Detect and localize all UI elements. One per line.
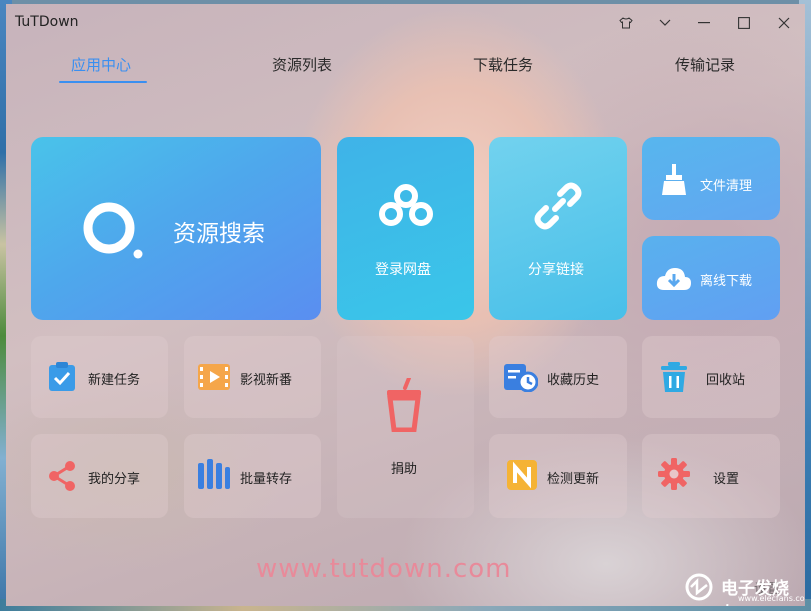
clipboard-check-icon bbox=[49, 362, 75, 391]
share-link-tile[interactable]: 分享链接 bbox=[489, 137, 627, 320]
minimize-icon bbox=[698, 22, 710, 24]
resource-search-tile[interactable]: 资源搜索 bbox=[31, 137, 321, 320]
brand-logo-icon bbox=[685, 573, 713, 601]
cloud-download-icon bbox=[656, 268, 691, 290]
history-doc-icon bbox=[504, 364, 538, 392]
maximize-icon bbox=[738, 17, 750, 29]
active-tab-indicator bbox=[59, 81, 147, 83]
gear-icon bbox=[658, 458, 690, 490]
new-task-label: 新建任务 bbox=[88, 373, 141, 388]
my-share-tile[interactable]: 我的分享 bbox=[31, 434, 168, 518]
menu-button[interactable] bbox=[647, 8, 683, 38]
site-watermark: www.tutdown.com bbox=[256, 554, 512, 584]
update-n-icon bbox=[507, 460, 537, 490]
share-link-label: 分享链接 bbox=[528, 262, 584, 278]
shirt-icon bbox=[619, 17, 633, 29]
login-netdisk-tile[interactable]: 登录网盘 bbox=[337, 137, 474, 320]
new-task-tile[interactable]: 新建任务 bbox=[31, 336, 168, 418]
favorites-history-tile[interactable]: 收藏历史 bbox=[489, 336, 627, 418]
file-clean-tile[interactable]: 文件清理 bbox=[642, 137, 780, 220]
check-update-tile[interactable]: 检测更新 bbox=[489, 434, 627, 518]
close-icon bbox=[778, 17, 790, 29]
close-button[interactable] bbox=[766, 8, 802, 38]
link-icon bbox=[534, 182, 582, 230]
donate-label: 捐助 bbox=[391, 462, 418, 477]
video-new-tile[interactable]: 影视新番 bbox=[184, 336, 321, 418]
resource-search-label: 资源搜索 bbox=[173, 221, 265, 247]
title-bar[interactable]: TuTDown bbox=[6, 4, 805, 42]
app-window: TuTDown 应用中心 资源列表 下载任务 传输记录 资源搜索 登录网盘 分享… bbox=[6, 4, 805, 606]
maximize-button[interactable] bbox=[726, 8, 762, 38]
offline-download-tile[interactable]: 离线下载 bbox=[642, 236, 780, 320]
settings-tile[interactable]: 设置 bbox=[642, 434, 780, 518]
batch-transfer-label: 批量转存 bbox=[240, 472, 293, 487]
settings-label: 设置 bbox=[713, 472, 740, 487]
broom-icon bbox=[662, 164, 686, 195]
recycle-bin-tile[interactable]: 回收站 bbox=[642, 336, 780, 418]
recycle-bin-label: 回收站 bbox=[706, 373, 746, 388]
favorites-history-label: 收藏历史 bbox=[547, 373, 600, 388]
file-clean-label: 文件清理 bbox=[700, 179, 753, 194]
tab-download-tasks[interactable]: 下载任务 bbox=[473, 54, 533, 75]
cup-icon bbox=[387, 378, 421, 432]
chevron-down-icon bbox=[659, 19, 671, 26]
tab-transfer-records[interactable]: 传输记录 bbox=[675, 54, 735, 75]
tab-app-center[interactable]: 应用中心 bbox=[71, 54, 131, 75]
skin-button[interactable] bbox=[608, 8, 644, 38]
share-icon bbox=[49, 461, 75, 491]
tab-bar: 应用中心 资源列表 下载任务 传输记录 bbox=[6, 48, 805, 88]
batch-icon bbox=[198, 459, 230, 489]
video-new-label: 影视新番 bbox=[240, 373, 293, 388]
cloud-icon bbox=[379, 184, 433, 226]
trash-icon bbox=[661, 362, 687, 392]
login-netdisk-label: 登录网盘 bbox=[375, 262, 431, 278]
tab-resource-list[interactable]: 资源列表 bbox=[272, 54, 332, 75]
app-title: TuTDown bbox=[15, 14, 79, 30]
film-icon bbox=[198, 364, 230, 390]
corner-url-text: www.elecfans.com bbox=[738, 594, 805, 603]
my-share-label: 我的分享 bbox=[88, 472, 141, 487]
batch-transfer-tile[interactable]: 批量转存 bbox=[184, 434, 321, 518]
offline-download-label: 离线下载 bbox=[700, 274, 753, 289]
check-update-label: 检测更新 bbox=[547, 472, 600, 487]
minimize-button[interactable] bbox=[686, 8, 722, 38]
search-icon bbox=[83, 202, 143, 259]
donate-tile[interactable]: 捐助 bbox=[337, 336, 474, 518]
